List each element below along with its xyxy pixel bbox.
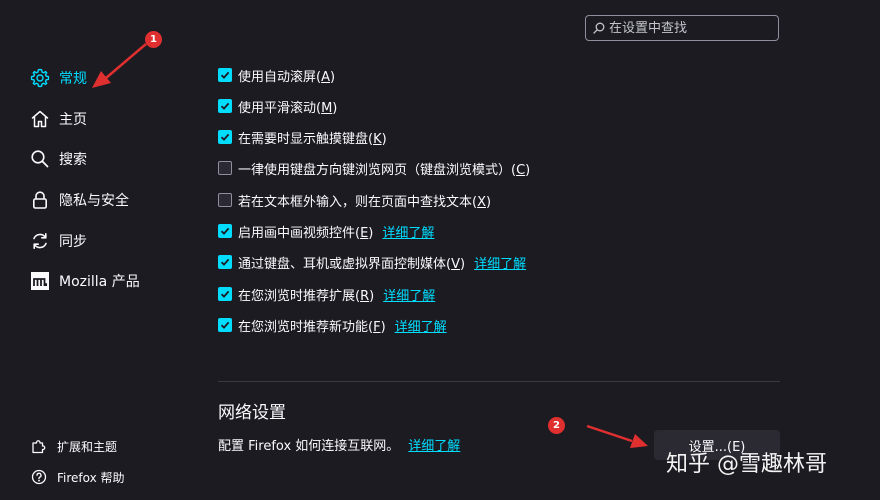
search-icon xyxy=(593,22,605,34)
sidebar-footer-label: 扩展和主题 xyxy=(57,439,118,454)
checkbox-checked[interactable] xyxy=(218,224,232,238)
sidebar-footer-extensions[interactable]: 扩展和主题 xyxy=(31,436,117,456)
section-divider xyxy=(218,381,780,382)
option-label: 一律使用键盘方向键浏览网页（键盘浏览模式）(C) xyxy=(238,162,531,178)
network-learn-more-link[interactable]: 详细了解 xyxy=(408,435,460,454)
option-label: 启用画中画视频控件(E) xyxy=(238,225,374,241)
annotation-badge-2: 2 xyxy=(548,417,565,434)
sidebar-item-mozilla-products[interactable]: Mozilla 产品 xyxy=(29,268,140,294)
sidebar-item-label: 搜索 xyxy=(59,152,87,168)
option-search-on-type[interactable]: 若在文本框外输入，则在页面中查找文本(X) xyxy=(218,190,491,210)
sidebar-item-sync[interactable]: 同步 xyxy=(29,228,87,254)
option-touch-keyboard[interactable]: 在需要时显示触摸键盘(K) xyxy=(218,127,387,147)
option-label: 在您浏览时推荐扩展(R) xyxy=(238,288,375,304)
gear-icon xyxy=(29,67,51,89)
sidebar-footer-help[interactable]: Firefox 帮助 xyxy=(31,467,125,487)
mozilla-icon xyxy=(29,270,51,292)
home-icon xyxy=(29,108,51,130)
option-label: 通过键盘、耳机或虚拟界面控制媒体(V) xyxy=(238,256,466,272)
sidebar-item-general[interactable]: 常规 xyxy=(29,65,87,91)
help-icon xyxy=(31,469,47,485)
option-label: 在需要时显示触摸键盘(K) xyxy=(238,131,387,147)
option-smooth-scrolling[interactable]: 使用平滑滚动(M) xyxy=(218,96,337,116)
search-input[interactable] xyxy=(609,20,769,36)
learn-more-link[interactable]: 详细了解 xyxy=(395,316,447,335)
learn-more-link[interactable]: 详细了解 xyxy=(382,222,434,241)
option-recommend-features[interactable]: 在您浏览时推荐新功能(F) 详细了解 xyxy=(218,315,447,335)
network-description-text: 配置 Firefox 如何连接互联网。 xyxy=(218,439,400,454)
sidebar-item-label: 隐私与安全 xyxy=(59,193,129,209)
sidebar-item-label: 常规 xyxy=(59,71,87,87)
option-media-control[interactable]: 通过键盘、耳机或虚拟界面控制媒体(V) 详细了解 xyxy=(218,252,526,272)
checkbox-checked[interactable] xyxy=(218,130,232,144)
learn-more-link[interactable]: 详细了解 xyxy=(474,253,526,272)
option-label: 若在文本框外输入，则在页面中查找文本(X) xyxy=(238,194,492,210)
checkbox-checked[interactable] xyxy=(218,255,232,269)
network-settings-description: 配置 Firefox 如何连接互联网。 详细了解 xyxy=(218,435,460,454)
lock-icon xyxy=(29,189,51,211)
sidebar-item-home[interactable]: 主页 xyxy=(29,106,87,132)
sidebar-item-privacy[interactable]: 隐私与安全 xyxy=(29,187,129,213)
checkbox-checked[interactable] xyxy=(218,68,232,82)
option-label: 使用平滑滚动(M) xyxy=(238,100,338,116)
watermark: 知乎 @雪趣林哥 xyxy=(666,452,827,477)
option-picture-in-picture[interactable]: 启用画中画视频控件(E) 详细了解 xyxy=(218,221,434,241)
checkbox-checked[interactable] xyxy=(218,99,232,113)
network-settings-title: 网络设置 xyxy=(218,403,286,423)
checkbox-checked[interactable] xyxy=(218,287,232,301)
checkbox-checked[interactable] xyxy=(218,318,232,332)
sidebar-item-label: 同步 xyxy=(59,234,87,250)
annotation-badge-1: 1 xyxy=(145,31,162,48)
sidebar-item-search[interactable]: 搜索 xyxy=(29,146,87,172)
checkbox-unchecked[interactable] xyxy=(218,161,232,175)
option-autoscroll[interactable]: 使用自动滚屏(A) xyxy=(218,65,335,85)
learn-more-link[interactable]: 详细了解 xyxy=(383,285,435,304)
sync-icon xyxy=(29,230,51,252)
sidebar-item-label: Mozilla 产品 xyxy=(59,274,140,290)
sidebar-item-label: 主页 xyxy=(59,112,87,128)
puzzle-icon xyxy=(31,438,47,454)
option-recommend-extensions[interactable]: 在您浏览时推荐扩展(R) 详细了解 xyxy=(218,284,435,304)
search-icon xyxy=(29,148,51,170)
option-caret-browsing[interactable]: 一律使用键盘方向键浏览网页（键盘浏览模式）(C) xyxy=(218,158,530,178)
checkbox-unchecked[interactable] xyxy=(218,193,232,207)
option-label: 在您浏览时推荐新功能(F) xyxy=(238,319,386,335)
settings-search-box[interactable] xyxy=(585,15,779,41)
option-label: 使用自动滚屏(A) xyxy=(238,69,336,85)
sidebar-footer-label: Firefox 帮助 xyxy=(57,470,125,485)
annotation-arrows xyxy=(92,43,648,448)
